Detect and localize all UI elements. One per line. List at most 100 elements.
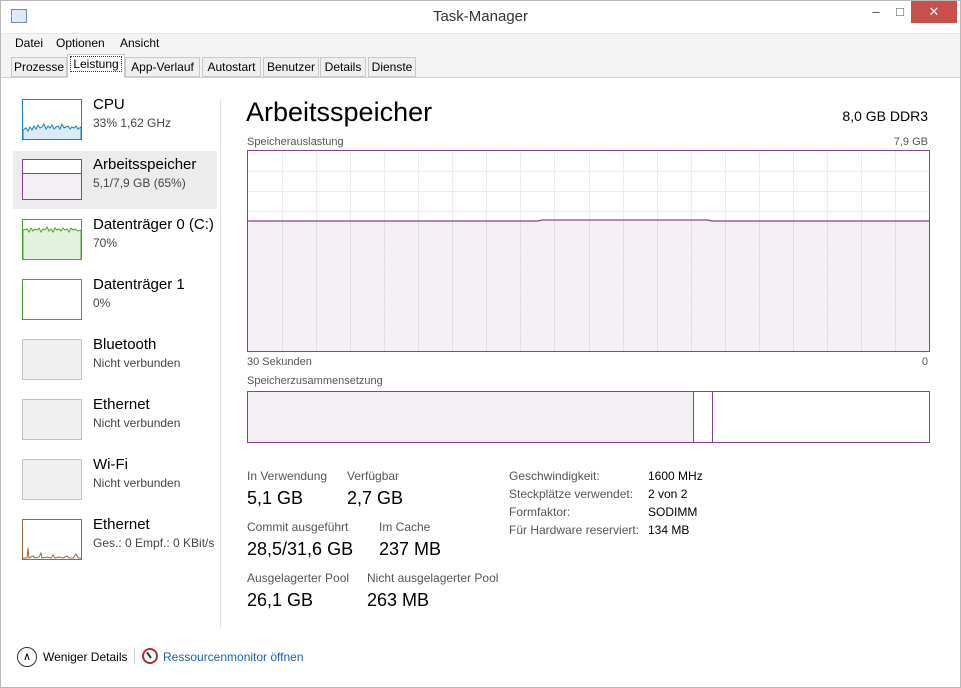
sidebar-item-label: CPU <box>93 96 125 113</box>
spec-key-slots: Steckplätze verwendet: <box>509 487 634 501</box>
tab-app-verlauf[interactable]: App-Verlauf <box>125 57 200 77</box>
sidebar-item-datentraeger-1[interactable]: Datenträger 1 0% <box>13 271 217 329</box>
cpu-thumbnail-graph <box>22 99 82 140</box>
sidebar-item-wifi[interactable]: Wi-Fi Nicht verbunden <box>13 451 217 509</box>
sidebar-item-datentraeger-0[interactable]: Datenträger 0 (C:) 70% <box>13 211 217 269</box>
tab-benutzer[interactable]: Benutzer <box>263 57 319 77</box>
open-resource-monitor-link[interactable]: Ressourcenmonitor öffnen <box>163 650 304 664</box>
sidebar-item-label: Ethernet <box>93 516 150 533</box>
tab-label: Prozesse <box>13 60 65 74</box>
tab-bar: Prozesse Leistung App-Verlauf Autostart … <box>1 51 960 78</box>
sidebar-item-label: Datenträger 1 <box>93 276 185 293</box>
sidebar-item-sublabel: 0% <box>93 296 111 310</box>
spec-key-form-factor: Formfaktor: <box>509 505 571 519</box>
sidebar-item-sublabel: Nicht verbunden <box>93 416 181 430</box>
disk0-thumbnail-graph <box>22 219 82 260</box>
tab-leistung[interactable]: Leistung <box>67 54 125 78</box>
cache-value: 237 MB <box>379 539 442 559</box>
memory-spec: 8,0 GB DDR3 <box>842 108 928 124</box>
sidebar-item-sublabel: Nicht verbunden <box>93 356 181 370</box>
footer-divider <box>134 648 135 664</box>
commit-label: Commit ausgeführt <box>247 520 349 534</box>
tab-label: Leistung <box>70 56 122 72</box>
disk1-thumbnail-graph <box>22 279 82 320</box>
in-use-value: 5,1 GB <box>247 488 304 508</box>
ethernet2-thumbnail-graph <box>22 519 82 560</box>
tab-label: Dienste <box>371 60 413 74</box>
tab-label: Autostart <box>207 60 256 74</box>
sidebar-item-label: Ethernet <box>93 396 150 413</box>
page-title: Arbeitsspeicher <box>246 97 433 127</box>
sidebar-item-sublabel: Nicht verbunden <box>93 476 181 490</box>
sidebar-item-label: Wi-Fi <box>93 456 128 473</box>
cpu-sparkline <box>22 122 82 139</box>
sidebar-item-label: Arbeitsspeicher <box>93 156 197 173</box>
wifi-thumbnail-graph <box>22 459 82 500</box>
sidebar-divider <box>220 99 221 627</box>
cache-label: Im Cache <box>379 520 431 534</box>
tab-label: App-Verlauf <box>131 60 194 74</box>
available-label: Verfügbar <box>347 469 400 483</box>
usage-graph-max: 7,9 GB <box>893 136 928 148</box>
composition-in-use <box>248 392 694 442</box>
tab-label: Details <box>324 60 362 74</box>
composition-label: Speicherzusammensetzung <box>247 375 383 387</box>
title-bar[interactable]: Task-Manager – □ ✕ <box>1 1 960 33</box>
spec-value-reserved: 134 MB <box>648 523 690 537</box>
tab-dienste[interactable]: Dienste <box>368 57 416 77</box>
tab-autostart[interactable]: Autostart <box>202 57 261 77</box>
sidebar-item-sublabel: 70% <box>93 236 118 250</box>
tab-prozesse[interactable]: Prozesse <box>11 57 67 77</box>
sidebar-item-ethernet-1[interactable]: Ethernet Nicht verbunden <box>13 391 217 449</box>
spec-key-speed: Geschwindigkeit: <box>509 469 600 483</box>
sidebar-item-sublabel: 5,1/7,9 GB (65%) <box>93 176 186 190</box>
footer: ∧ Weniger Details Ressourcenmonitor öffn… <box>1 638 960 678</box>
resource-monitor-icon[interactable] <box>142 648 158 664</box>
chevron-up-icon[interactable]: ∧ <box>17 647 37 667</box>
nonpaged-pool-value: 263 MB <box>367 590 430 610</box>
maximize-icon[interactable]: □ <box>889 1 911 23</box>
spec-value-slots: 2 von 2 <box>648 487 688 501</box>
window-title: Task-Manager <box>432 8 529 25</box>
tab-label: Benutzer <box>266 60 316 74</box>
sidebar-item-bluetooth[interactable]: Bluetooth Nicht verbunden <box>13 331 217 389</box>
paged-pool-label: Ausgelagerter Pool <box>247 571 350 585</box>
close-icon[interactable]: ✕ <box>911 1 957 23</box>
ethernet1-thumbnail-graph <box>22 399 82 440</box>
memory-composition-bar <box>247 391 930 443</box>
task-manager-window: Task-Manager – □ ✕ Datei Optionen Ansich… <box>0 0 961 688</box>
sidebar-item-sublabel: 33% 1,62 GHz <box>93 116 172 130</box>
tab-details[interactable]: Details <box>320 57 366 77</box>
disk0-sparkline <box>22 226 82 259</box>
menu-ansicht[interactable]: Ansicht <box>120 36 159 50</box>
composition-modified <box>695 392 713 442</box>
sidebar-item-cpu[interactable]: CPU 33% 1,62 GHz <box>13 91 217 149</box>
spec-value-speed: 1600 MHz <box>648 469 703 483</box>
memory-usage-graph <box>247 150 930 352</box>
memory-thumbnail-fill <box>23 173 81 199</box>
memory-thumbnail-graph <box>22 159 82 200</box>
spec-key-reserved: Für Hardware reserviert: <box>509 523 640 537</box>
bluetooth-thumbnail-graph <box>22 339 82 380</box>
minimize-icon[interactable]: – <box>863 1 889 23</box>
spec-value-form-factor: SODIMM <box>648 505 698 519</box>
sidebar-item-ethernet-2[interactable]: Ethernet Ges.: 0 Empf.: 0 KBit/s <box>13 511 217 569</box>
composition-free <box>714 392 929 442</box>
sidebar-item-label: Datenträger 0 (C:) <box>93 216 214 233</box>
graph-time-left: 30 Sekunden <box>247 356 312 368</box>
sidebar-item-label: Bluetooth <box>93 336 157 353</box>
in-use-label: In Verwendung <box>247 469 328 483</box>
performance-sidebar: CPU 33% 1,62 GHz Arbeitsspeicher 5,1/7,9… <box>1 79 221 629</box>
menu-datei[interactable]: Datei <box>15 36 43 50</box>
sidebar-item-arbeitsspeicher[interactable]: Arbeitsspeicher 5,1/7,9 GB (65%) <box>13 151 217 209</box>
fewer-details-button[interactable]: Weniger Details <box>43 650 127 664</box>
memory-usage-chart <box>248 151 929 351</box>
commit-value: 28,5/31,6 GB <box>247 539 354 559</box>
available-value: 2,7 GB <box>347 488 404 508</box>
ethernet2-sparkline <box>23 547 81 559</box>
usage-graph-label: Speicherauslastung <box>247 136 344 148</box>
menu-optionen[interactable]: Optionen <box>56 36 105 50</box>
sidebar-item-sublabel: Ges.: 0 Empf.: 0 KBit/s <box>93 536 215 550</box>
paged-pool-value: 26,1 GB <box>247 590 314 610</box>
menu-bar: Datei Optionen Ansicht <box>1 33 960 51</box>
